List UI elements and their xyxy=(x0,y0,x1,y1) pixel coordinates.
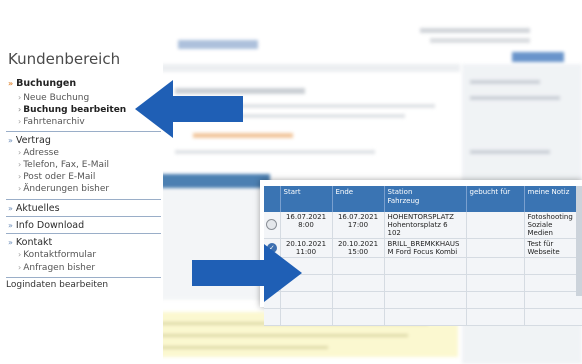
cell-booked-for xyxy=(466,212,525,239)
menu-title: Kundenbereich xyxy=(8,50,121,68)
item-label: Neue Buchung xyxy=(23,93,90,103)
item-chevron-icon: › xyxy=(18,172,22,181)
section-chevron-icon: » xyxy=(8,136,13,145)
section-label: Info Download xyxy=(15,220,85,231)
sidebar-line xyxy=(470,96,560,100)
cell-note: Test für Webseite xyxy=(524,238,582,258)
section-chevron-icon: » xyxy=(8,204,13,213)
menu-item-buchung-bearbeiten[interactable]: › Buchung bearbeiten xyxy=(18,105,126,115)
cell-end: 16.07.2021 17:00 xyxy=(332,212,385,239)
section-label: Kontakt xyxy=(15,237,53,248)
menu-item-neue-buchung[interactable]: › Neue Buchung xyxy=(18,93,89,103)
table-row-empty xyxy=(264,291,582,309)
item-label: Kontaktformular xyxy=(23,250,97,260)
item-chevron-icon: › xyxy=(18,117,22,126)
menu-section-vertrag[interactable]: » Vertrag xyxy=(8,135,51,146)
col-header-notiz[interactable]: meine Notiz xyxy=(524,186,582,212)
menu-item-fahrtenarchiv[interactable]: › Fahrtenarchiv xyxy=(18,117,85,127)
header-button xyxy=(512,52,564,62)
cell-start: 16.07.2021 8:00 xyxy=(280,212,333,239)
login-data-link[interactable]: Logindaten bearbeiten xyxy=(6,280,108,290)
left-menu: Kundenbereich » Buchungen › Neue Buchung ›… xyxy=(0,0,163,363)
cell-end: 20.10.2021 15:00 xyxy=(332,238,385,258)
radio-empty-icon[interactable] xyxy=(266,218,278,230)
menu-divider xyxy=(6,216,161,217)
col-header-ende[interactable]: Ende xyxy=(332,186,385,212)
menu-divider xyxy=(6,199,161,200)
arrow-left-icon xyxy=(135,80,243,138)
menu-item-post-email[interactable]: › Post oder E-Mail xyxy=(18,172,95,182)
cell-booked-for xyxy=(466,238,525,258)
menu-divider xyxy=(6,233,161,234)
item-label: Änderungen bisher xyxy=(23,184,110,194)
item-label: Post oder E-Mail xyxy=(23,172,96,182)
menu-item-telefon[interactable]: › Telefon, Fax, E-Mail xyxy=(18,160,109,170)
table-scrollbar[interactable] xyxy=(576,186,582,296)
text-line xyxy=(175,150,375,154)
menu-section-aktuelles[interactable]: » Aktuelles xyxy=(8,203,60,214)
table-row[interactable]: ✓ 20.10.2021 11:00 20.10.2021 15:00 BRIL… xyxy=(264,238,582,258)
col-header-start[interactable]: Start xyxy=(280,186,333,212)
section-chevron-icon: » xyxy=(8,221,13,230)
cell-station: HOHENTORSPLATZ Hohentorsplatz 6 102 xyxy=(384,212,467,239)
section-chevron-icon: » xyxy=(8,238,13,247)
sidebar-line xyxy=(470,80,540,84)
sidebar-line xyxy=(470,150,550,154)
table-row-empty xyxy=(264,274,582,292)
col-header-gebucht-fuer[interactable]: gebucht für xyxy=(466,186,525,212)
item-label: Buchung bearbeiten xyxy=(23,105,127,115)
header-info-2 xyxy=(430,38,530,43)
menu-item-kontaktformular[interactable]: › Kontaktformular xyxy=(18,250,96,260)
col-header-select xyxy=(264,186,281,212)
bookings-table-popup: Start Ende Station Fahrzeug gebucht für … xyxy=(260,180,582,326)
bg-table-header xyxy=(160,174,270,188)
item-chevron-icon: › xyxy=(18,263,22,272)
item-chevron-icon: › xyxy=(18,160,22,169)
item-label: Anfragen bisher xyxy=(23,263,96,273)
item-chevron-icon: › xyxy=(18,148,22,157)
col-header-station[interactable]: Station Fahrzeug xyxy=(384,186,467,212)
arrow-right-icon xyxy=(192,244,302,302)
table-row-empty xyxy=(264,257,582,275)
notice-line xyxy=(128,334,408,337)
table-header-row: Start Ende Station Fahrzeug gebucht für … xyxy=(264,186,582,212)
section-label: Vertrag xyxy=(15,135,51,146)
menu-section-buchungen[interactable]: » Buchungen xyxy=(8,78,76,89)
cell-note: Fotoshooting Soziale Medien xyxy=(524,212,582,239)
bookings-table: Start Ende Station Fahrzeug gebucht für … xyxy=(264,186,582,326)
navigation-bar xyxy=(160,64,460,72)
item-chevron-icon: › xyxy=(18,105,22,114)
brand-name xyxy=(178,40,258,49)
section-label: Aktuelles xyxy=(15,203,60,214)
item-label: Adresse xyxy=(23,148,59,158)
menu-item-adresse[interactable]: › Adresse xyxy=(18,148,59,158)
section-chevron-icon: » xyxy=(8,79,14,88)
section-label: Buchungen xyxy=(16,78,77,89)
item-chevron-icon: › xyxy=(18,250,22,259)
table-row[interactable]: 16.07.2021 8:00 16.07.2021 17:00 HOHENTO… xyxy=(264,212,582,239)
menu-section-kontakt[interactable]: » Kontakt xyxy=(8,237,52,248)
item-label: Telefon, Fax, E-Mail xyxy=(23,160,109,170)
row-select-cell[interactable] xyxy=(264,212,281,239)
cell-station: BRILL_BREMKKHAUS M Ford Focus Kombi xyxy=(384,238,467,258)
item-label: Fahrtenarchiv xyxy=(23,117,85,127)
header-info xyxy=(420,28,530,33)
item-chevron-icon: › xyxy=(18,93,22,102)
menu-divider xyxy=(6,277,161,278)
menu-item-anfragen[interactable]: › Anfragen bisher xyxy=(18,263,95,273)
menu-section-info-download[interactable]: » Info Download xyxy=(8,220,84,231)
menu-item-aenderungen[interactable]: › Änderungen bisher xyxy=(18,184,109,194)
item-chevron-icon: › xyxy=(18,184,22,193)
table-row-empty xyxy=(264,308,582,326)
